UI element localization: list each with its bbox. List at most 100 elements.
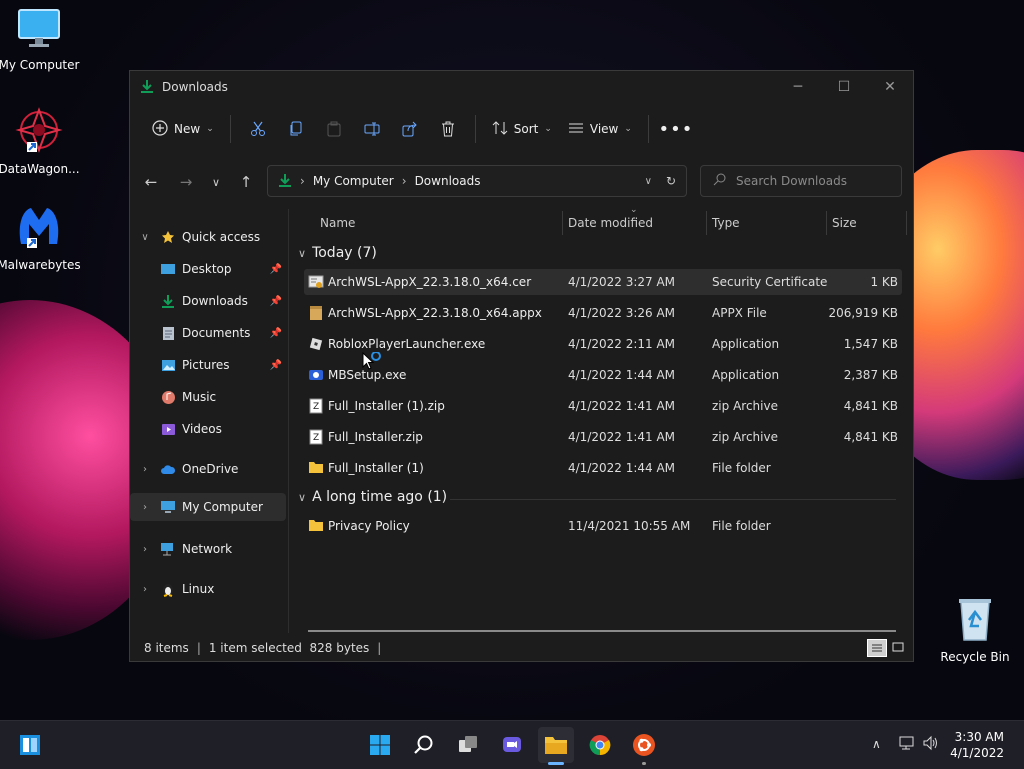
up-button[interactable]: ↑ <box>231 167 261 197</box>
desktop-icon-malwarebytes[interactable]: Malwarebytes <box>0 204 81 273</box>
nav-quick-access[interactable]: ∨ Quick access <box>130 223 286 251</box>
file-row[interactable]: Z Full_Installer (1).zip 4/1/2022 1:41 A… <box>304 393 902 419</box>
system-clock[interactable]: 3:30 AM 4/1/2022 <box>950 729 1004 761</box>
chevron-right-icon[interactable]: › <box>138 464 152 475</box>
chevron-down-icon[interactable]: ∨ <box>138 232 152 243</box>
details-view-icon[interactable] <box>867 639 887 657</box>
nav-label: Linux <box>182 582 215 596</box>
file-row[interactable]: ArchWSL-AppX_22.3.18.0_x64.appx 4/1/2022… <box>304 300 902 326</box>
refresh-icon[interactable]: ↻ <box>666 174 676 188</box>
chevron-right-icon[interactable]: › <box>138 544 152 555</box>
share-button[interactable] <box>395 113 425 145</box>
tiles-view-icon[interactable] <box>889 639 907 655</box>
forward-button[interactable]: → <box>171 167 201 197</box>
recycle-bin-icon <box>933 596 1017 646</box>
task-view-button[interactable] <box>450 727 486 763</box>
desktop-icon-my-computer[interactable]: My Computer <box>0 8 81 73</box>
file-row[interactable]: ArchWSL-AppX_22.3.18.0_x64.cer 4/1/2022 … <box>304 269 902 295</box>
more-button[interactable]: ••• <box>659 113 693 145</box>
title-bar[interactable]: Downloads ─ ☐ ✕ <box>130 71 913 103</box>
chrome-taskbar-button[interactable] <box>582 727 618 763</box>
column-header-name[interactable]: Name <box>320 209 355 237</box>
file-row[interactable]: RobloxPlayerLauncher.exe 4/1/2022 2:11 A… <box>304 331 902 357</box>
item-count: 8 items <box>144 641 189 655</box>
nav-videos[interactable]: Videos <box>130 415 286 443</box>
delete-button[interactable] <box>433 113 463 145</box>
videos-icon <box>160 421 176 437</box>
breadcrumb-downloads[interactable]: Downloads <box>415 174 481 188</box>
copy-button[interactable] <box>281 113 311 145</box>
search-box[interactable]: Search Downloads <box>700 165 902 197</box>
file-date: 4/1/2022 1:41 AM <box>568 399 676 413</box>
show-hidden-icons-chevron-icon[interactable]: ∧ <box>872 737 881 751</box>
chevron-right-icon[interactable]: › <box>138 584 152 595</box>
pin-icon: 📌 <box>269 359 282 371</box>
desktop-icon-label: My Computer <box>0 58 80 72</box>
new-button[interactable]: New ⌄ <box>144 113 222 145</box>
nav-my-computer[interactable]: › My Computer <box>130 493 286 521</box>
chat-button[interactable] <box>494 727 530 763</box>
nav-label: Quick access <box>182 230 261 244</box>
horizontal-scrollbar[interactable] <box>308 630 896 632</box>
rename-button[interactable] <box>357 113 387 145</box>
group-header-today[interactable]: ∨ Today (7) <box>298 245 377 261</box>
malwarebytes-icon <box>0 204 81 254</box>
file-row[interactable]: Privacy Policy 11/4/2021 10:55 AM File f… <box>304 513 902 539</box>
paste-button[interactable] <box>319 113 349 145</box>
nav-music[interactable]: Music <box>130 383 286 411</box>
copy-icon <box>290 121 302 136</box>
back-button[interactable]: ← <box>136 167 166 197</box>
column-header-type[interactable]: Type <box>712 209 740 237</box>
chevron-down-icon: ⌄ <box>624 124 632 134</box>
breadcrumb-my-computer[interactable]: My Computer <box>313 174 394 188</box>
file-type: File folder <box>712 461 771 475</box>
start-button[interactable] <box>362 727 398 763</box>
nav-network[interactable]: › Network <box>130 535 286 563</box>
view-button[interactable]: View ⌄ <box>560 113 640 145</box>
nav-desktop[interactable]: Desktop 📌 <box>130 255 286 283</box>
file-row[interactable]: Full_Installer (1) 4/1/2022 1:44 AM File… <box>304 455 902 481</box>
address-dropdown-icon[interactable]: ∨ <box>645 176 652 187</box>
column-header-size[interactable]: Size <box>832 209 857 237</box>
search-input[interactable]: Search Downloads <box>736 174 847 188</box>
maximize-button[interactable]: ☐ <box>821 71 867 103</box>
desktop-icon-recycle-bin[interactable]: Recycle Bin <box>933 596 1017 665</box>
nav-linux[interactable]: › Linux <box>130 575 286 603</box>
desktop-icon-label: Malwarebytes <box>0 258 81 272</box>
nav-downloads[interactable]: Downloads 📌 <box>130 287 286 315</box>
desktop-folder-icon <box>160 261 176 277</box>
column-divider[interactable] <box>562 211 563 235</box>
file-explorer-taskbar-button[interactable] <box>538 727 574 765</box>
recent-locations-button[interactable]: ∨ <box>201 167 231 197</box>
nav-documents[interactable]: Documents 📌 <box>130 319 286 347</box>
volume-icon[interactable] <box>922 735 940 755</box>
cut-button[interactable] <box>243 113 273 145</box>
new-label: New <box>174 122 201 136</box>
column-header-date[interactable]: Date modified <box>568 209 653 237</box>
group-header-long-time-ago[interactable]: ∨ A long time ago (1) <box>298 489 447 505</box>
file-size: 2,387 KB <box>843 368 898 382</box>
file-row[interactable]: Z Full_Installer.zip 4/1/2022 1:41 AM zi… <box>304 424 902 450</box>
star-icon <box>160 229 176 245</box>
downloads-icon <box>160 293 176 309</box>
sort-caret-icon: ⌄ <box>630 205 638 215</box>
taskbar-search-button[interactable] <box>406 727 442 763</box>
column-divider[interactable] <box>826 211 827 235</box>
nav-onedrive[interactable]: › OneDrive <box>130 455 286 483</box>
column-divider[interactable] <box>906 211 907 235</box>
column-divider[interactable] <box>706 211 707 235</box>
ubuntu-taskbar-button[interactable] <box>626 727 662 765</box>
desktop-icon-datawagon[interactable]: DataWagon... <box>0 106 81 177</box>
file-row[interactable]: MBSetup.exe 4/1/2022 1:44 AM Application… <box>304 362 902 388</box>
file-date: 4/1/2022 3:27 AM <box>568 275 676 289</box>
network-status-icon[interactable] <box>898 735 916 755</box>
nav-label: OneDrive <box>182 462 239 476</box>
show-desktop-widget[interactable] <box>12 727 48 763</box>
chevron-right-icon[interactable]: › <box>138 502 152 513</box>
close-button[interactable]: ✕ <box>867 71 913 103</box>
search-icon <box>713 173 726 189</box>
nav-pictures[interactable]: Pictures 📌 <box>130 351 286 379</box>
minimize-button[interactable]: ─ <box>775 71 821 103</box>
sort-button[interactable]: Sort ⌄ <box>484 113 560 145</box>
address-bar[interactable]: › My Computer › Downloads ∨ ↻ <box>267 165 687 197</box>
